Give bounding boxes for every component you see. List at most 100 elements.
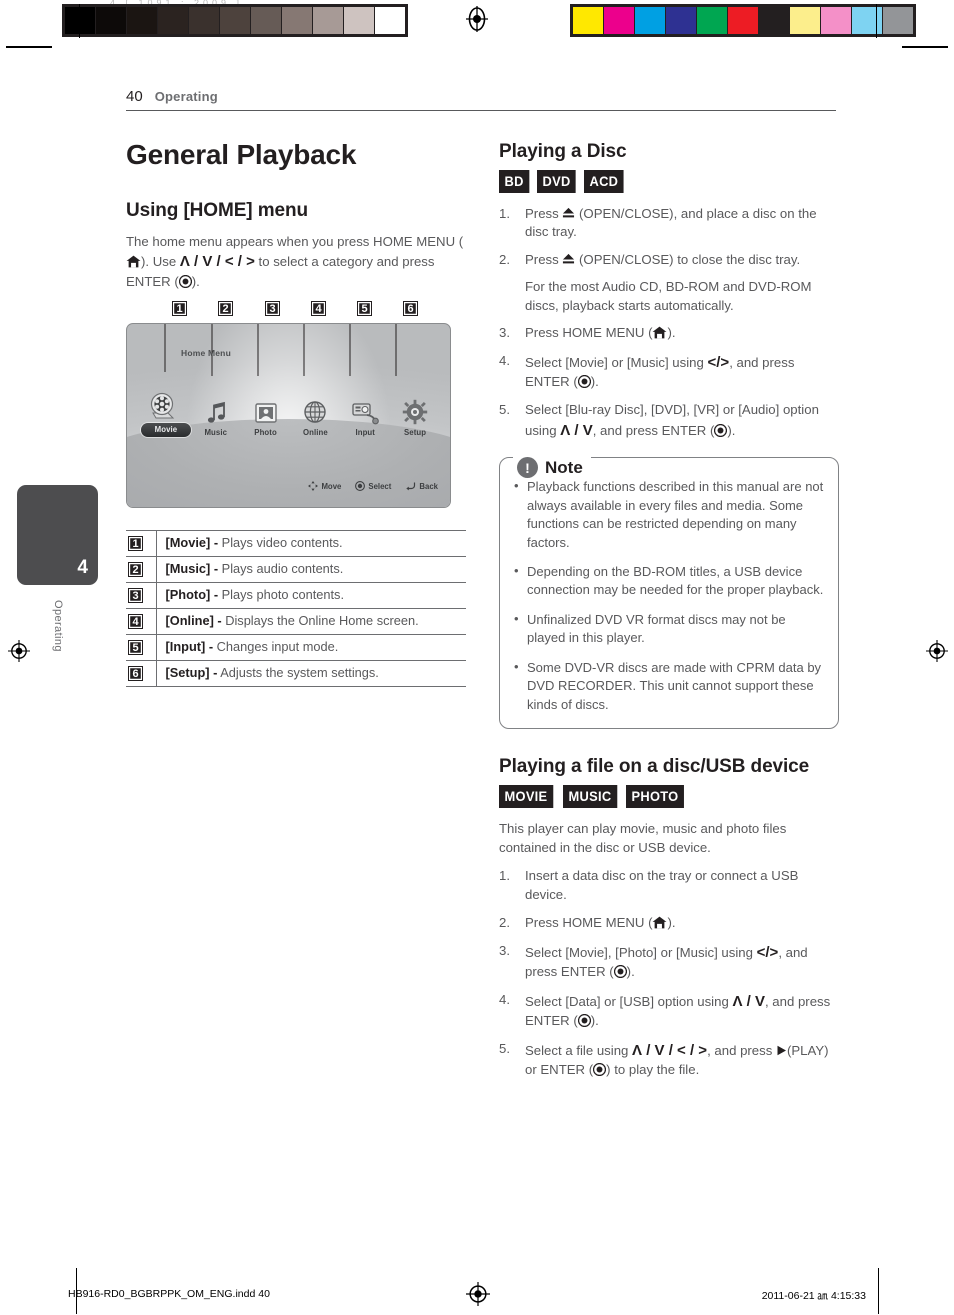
enter-icon [577,375,591,389]
step-text: Select [Data] or [USB] option using Λ / … [525,991,839,1031]
legend-chip-6: 6 [128,666,143,682]
crop-tick [878,1268,879,1314]
legend-term: [Input] - [165,639,214,654]
home-icon [652,916,667,929]
legend-chip-1: 1 [128,536,143,552]
step-part: ). [590,1012,599,1028]
chapter-tab-label: Operating [52,600,64,652]
menu-item-photo[interactable]: Photo [241,391,291,437]
home-menu-screenshot: Home Menu Movie Music Photo Online Input… [126,323,451,509]
note-box: ! Note Playback functions described in t… [499,457,839,730]
step-part: Press HOME MENU ( [525,325,653,341]
crop-tick [79,4,80,38]
registration-mark-right [926,640,948,662]
legend-desc: Plays audio contents. [218,561,344,576]
legend-desc: Plays photo contents. [218,587,345,602]
callout-chip-3: 3 [265,301,280,317]
grayscale-swatch-bar [62,4,408,37]
gray-swatch-9 [344,7,374,34]
list-item: Depending on the BD-ROM titles, a USB de… [512,562,824,600]
legend-term: [Photo] - [165,587,219,602]
legend-chip-4: 4 [128,614,143,630]
gray-swatch-6 [251,7,281,34]
legend-text-cell: [Input] - Changes input mode. [156,635,466,661]
dpad-icon [308,481,319,492]
legend-chip-3: 3 [128,588,143,604]
table-row: 1 [Movie] - Plays video contents. [126,530,466,557]
list-item: Some DVD-VR discs are made with CPRM dat… [512,658,824,714]
callout-chip-6: 6 [403,301,418,317]
step-text: Press HOME MENU (). [525,914,839,933]
callout-chip-1: 1 [172,301,187,317]
legend-chip-5: 5 [128,640,143,656]
callout-chip-4: 4 [311,301,326,317]
nav-glyphs: </> [756,943,779,961]
step-part: ). [626,963,635,979]
step-part: ) to play the file. [606,1061,700,1077]
home-menu-figure: 1 2 3 4 5 6 Home Menu Movie Music Photo … [126,301,466,509]
gray-swatch-5 [220,7,250,34]
nav-glyphs: Λ / V / < / > [179,253,255,271]
intro-text-1: The home menu appears when you press HOM… [126,233,464,249]
menu-item-movie[interactable]: Movie [141,386,191,438]
color-swatch-bar [570,4,916,37]
step-text: Press (OPEN/CLOSE) to close the disc tra… [525,251,839,270]
nav-glyphs: Λ / V [560,421,593,439]
list-item: Press HOME MENU (). [499,914,839,933]
legend-desc: Plays video contents. [218,535,343,550]
step-part: Select [Movie], [Photo] or [Music] using [525,944,757,960]
file-section-intro: This player can play movie, music and ph… [499,820,787,855]
legend-chip-cell: 5 [126,634,157,661]
print-calibration-strip: 4 [ 1091 : 2009 ] [0,0,954,48]
table-row: 2 [Music] - Plays audio contents. [126,556,466,583]
step-part: ). [590,374,599,390]
globe-icon [290,391,340,425]
header-rule [126,110,836,111]
gray-swatch-1 [96,7,126,34]
step-text: Press HOME MENU (). [525,324,839,343]
step-part: Press HOME MENU ( [525,914,653,930]
legend-desc: Adjusts the system settings. [217,665,379,680]
legend-chip-cell: 6 [126,660,157,687]
legend-chip-cell: 3 [126,582,157,609]
menu-item-input[interactable]: Input [340,391,390,437]
color-swatch-3 [666,7,696,34]
step-part: ). [727,422,736,438]
help-label: Back [419,481,438,491]
help-move: Move [308,481,342,492]
menu-item-music[interactable]: Music [191,391,241,437]
step-part: Select [Data] or [USB] option using [525,993,733,1009]
home-icon [652,326,667,339]
step-extra: For the most Audio CD, BD-ROM and DVD-RO… [525,278,812,313]
legend-text-cell: [Online] - Displays the Online Home scre… [156,609,466,635]
menu-item-setup[interactable]: Setup [390,391,440,437]
gray-swatch-7 [282,7,312,34]
exclamation-icon: ! [517,457,538,479]
table-row: 6 [Setup] - Adjusts the system settings. [126,660,466,687]
gray-swatch-10 [375,7,405,34]
list-item: Select [Movie] or [Music] using </>, and… [499,352,839,392]
color-swatch-0 [573,7,603,34]
menu-item-label: Music [204,428,228,438]
list-item: Unfinalized DVD VR format discs may not … [512,610,824,648]
help-label: Move [321,481,342,491]
badge-movie: MOVIE [499,784,553,808]
note-title: Note [545,457,583,477]
eject-icon [562,253,575,265]
color-swatch-8 [821,7,851,34]
menu-item-label: Movie [141,423,191,438]
badge-acd: ACD [584,169,625,193]
color-swatch-10 [883,7,913,34]
nav-glyphs: </> [707,354,730,372]
list-item: Press (OPEN/CLOSE) to close the disc tra… [499,251,839,315]
legend-term: [Setup] - [165,665,218,680]
badge-dvd: DVD [536,169,576,193]
gray-swatch-3 [158,7,188,34]
home-menu-items: Movie Music Photo Online Input Setup [141,386,440,438]
legend-chip-2: 2 [128,562,143,578]
callout-chip-5: 5 [357,301,372,317]
color-swatch-1 [604,7,634,34]
menu-item-online[interactable]: Online [290,391,340,437]
music-note-icon [191,391,241,425]
badge-bd: BD [499,169,530,193]
